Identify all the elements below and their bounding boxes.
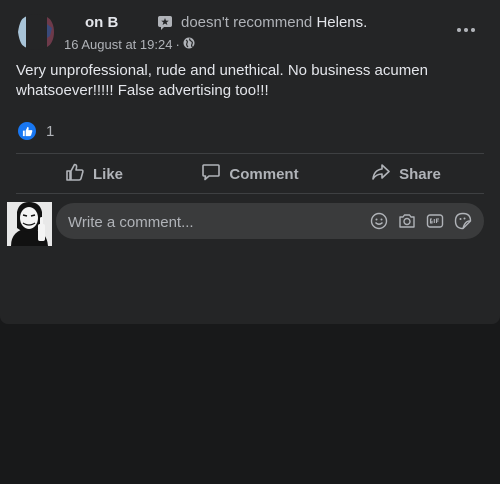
comment-icon: [201, 162, 221, 186]
reaction-count: 1: [46, 122, 55, 140]
like-reaction-icon: [18, 122, 36, 140]
author-name[interactable]: on B: [85, 14, 118, 31]
comment-button[interactable]: Comment: [172, 155, 328, 193]
share-icon: [371, 162, 391, 186]
flag-star-icon: [157, 15, 173, 31]
gif-icon[interactable]: [426, 212, 444, 230]
comment-box: [56, 203, 484, 241]
post-body: Very unprofessional, rude and unethical.…: [16, 62, 428, 99]
like-label: Like: [92, 165, 123, 183]
review-post-card: on B doesn't recommend Helens. 16 August…: [0, 0, 500, 324]
camera-icon[interactable]: [398, 212, 416, 230]
share-label: Share: [399, 165, 441, 183]
thumb-up-icon: [65, 162, 85, 186]
actions-bottom-divider: [16, 193, 484, 194]
more-options-button[interactable]: [455, 22, 477, 38]
recommendation-text: doesn't recommend Helens.: [181, 14, 367, 31]
emoji-icon[interactable]: [370, 212, 388, 230]
comment-tools: [370, 212, 472, 230]
page-name-link[interactable]: Helens.: [316, 14, 367, 31]
reaction-summary[interactable]: 1: [18, 122, 54, 140]
more-icon: [457, 28, 461, 32]
post-meta: 16 August at 19:24 ·: [64, 37, 195, 52]
commenter-avatar[interactable]: [7, 202, 52, 246]
recommend-label: doesn't recommend: [181, 14, 313, 31]
post-timestamp[interactable]: 16 August at 19:24: [64, 37, 172, 52]
like-button[interactable]: Like: [16, 155, 172, 193]
comment-label: Comment: [229, 165, 299, 183]
globe-icon: [183, 37, 195, 52]
post-header: on B doesn't recommend Helens.: [85, 14, 367, 31]
meta-separator: ·: [175, 37, 180, 52]
comment-input[interactable]: [66, 203, 360, 241]
share-button[interactable]: Share: [328, 155, 484, 193]
author-avatar[interactable]: [16, 14, 56, 50]
actions-top-divider: [16, 153, 484, 154]
sticker-icon[interactable]: [454, 212, 472, 230]
post-actions-bar: Like Comment Share: [16, 155, 484, 193]
